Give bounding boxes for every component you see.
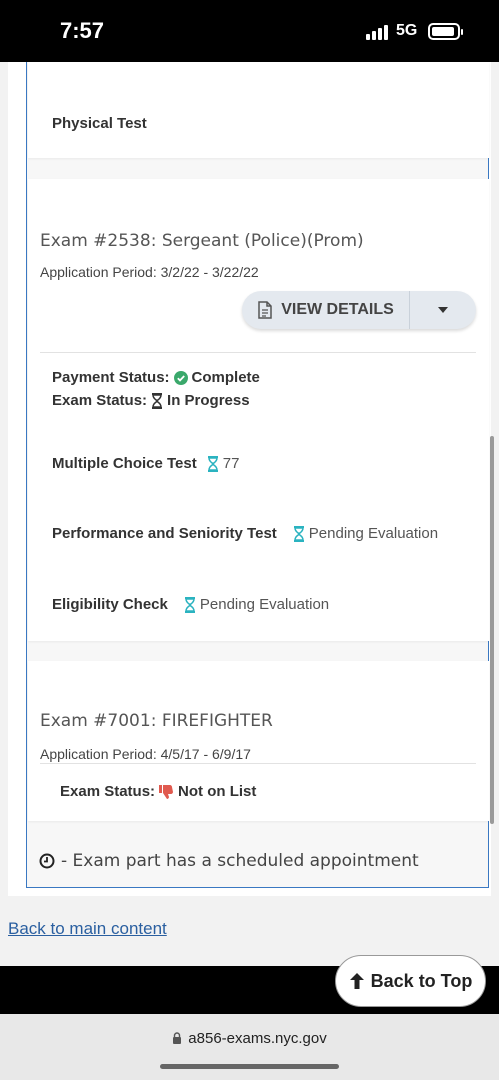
exam-part-row: Performance and Seniority Test Pending E… [52, 525, 438, 542]
thumbs-down-icon [159, 784, 174, 799]
caret-down-icon [438, 307, 448, 313]
exam-part-label: Performance and Seniority Test [52, 525, 277, 542]
exam-status-label: Exam Status: [52, 392, 148, 409]
divider [40, 763, 476, 764]
exam-status-value: In Progress [167, 392, 250, 409]
page-content: Physical Test Exam #2538: Sergeant (Poli… [0, 62, 499, 966]
url-field[interactable]: a856-exams.nyc.gov [0, 1030, 499, 1047]
appointment-legend: - Exam part has a scheduled appointment [39, 851, 419, 871]
document-icon [258, 301, 272, 319]
arrow-up-icon [349, 973, 364, 989]
payment-status-value: Complete [191, 369, 260, 386]
exam-card-previous: Physical Test [28, 62, 489, 158]
exam-part-value: Pending Evaluation [308, 525, 439, 542]
exam-title: Exam #7001: FIREFIGHTER [40, 711, 273, 731]
exam-status: Exam Status: Not on List [60, 783, 256, 800]
application-period: Application Period: 3/2/22 - 3/22/22 [40, 264, 259, 280]
appointment-legend-text: - Exam part has a scheduled appointment [61, 851, 419, 871]
exam-part-value: Pending Evaluation [199, 596, 330, 613]
exam-list: Physical Test Exam #2538: Sergeant (Poli… [26, 62, 489, 888]
exam-status-value: Not on List [178, 783, 257, 800]
application-period: Application Period: 4/5/17 - 6/9/17 [40, 746, 251, 762]
exam-status: Exam Status: In Progress [52, 392, 250, 409]
payment-status-label: Payment Status: [52, 369, 170, 386]
view-details-main[interactable]: VIEW DETAILS [242, 291, 410, 329]
exam-card-7001: Exam #7001: FIREFIGHTER Application Peri… [28, 661, 489, 821]
content-panel: Physical Test Exam #2538: Sergeant (Poli… [8, 62, 491, 896]
exam-part-value: 77 [222, 455, 240, 472]
exam-part-label: Multiple Choice Test [52, 455, 197, 472]
home-indicator [160, 1064, 339, 1069]
check-circle-icon [173, 370, 188, 385]
hourglass-icon [152, 392, 163, 409]
signal-icon [366, 24, 392, 40]
network-label: 5G [396, 22, 418, 39]
hourglass-icon [293, 525, 304, 542]
hourglass-icon [184, 596, 195, 613]
back-to-top-button[interactable]: Back to Top [335, 955, 486, 1007]
clock-icon [39, 853, 55, 869]
exam-part-row: Eligibility Check Pending Evaluation [52, 596, 329, 613]
battery-icon [428, 23, 463, 40]
hourglass-icon [207, 455, 218, 472]
exam-card-2538: Exam #2538: Sergeant (Police)(Prom) Appl… [28, 179, 489, 641]
view-details-dropdown[interactable] [410, 291, 476, 329]
lock-icon [173, 1032, 182, 1044]
scrollbar[interactable] [490, 436, 494, 824]
exam-part-row: Multiple Choice Test 77 [52, 455, 239, 472]
exam-part-label: Eligibility Check [52, 596, 168, 613]
exam-status-label: Exam Status: [60, 783, 156, 800]
browser-url-bar[interactable]: a856-exams.nyc.gov [0, 1014, 499, 1080]
clock: 7:57 [60, 18, 105, 43]
url-text: a856-exams.nyc.gov [188, 1030, 327, 1047]
back-to-top-label: Back to Top [370, 970, 473, 991]
view-details-button[interactable]: VIEW DETAILS [242, 291, 476, 329]
divider [40, 352, 476, 353]
status-bar: 7:57 5G [0, 0, 499, 62]
view-details-label: VIEW DETAILS [281, 301, 394, 318]
back-to-main-link[interactable]: Back to main content [8, 919, 167, 939]
physical-test-label: Physical Test [52, 115, 147, 132]
exam-title: Exam #2538: Sergeant (Police)(Prom) [40, 231, 364, 251]
payment-status: Payment Status: Complete [52, 369, 260, 386]
